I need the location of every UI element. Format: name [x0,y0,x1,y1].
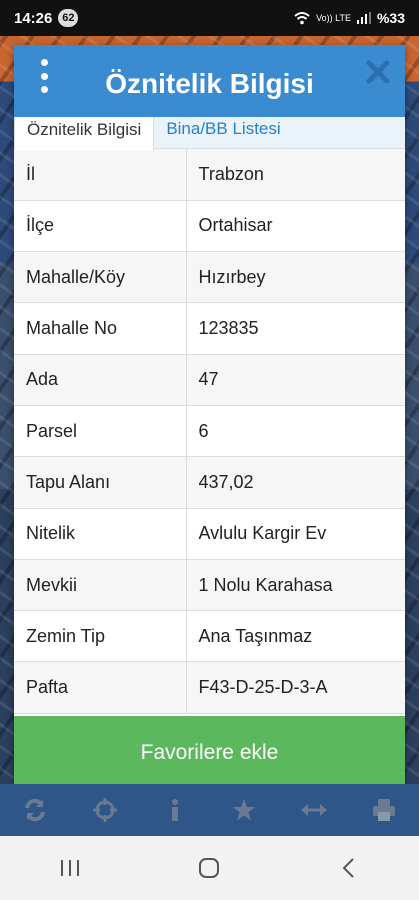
attribute-value: F43-D-25-D-3-A [186,661,405,714]
attribute-value: Ana Taşınmaz [186,610,405,663]
attribute-key: Mahalle No [14,302,187,355]
attribute-key: İlçe [14,200,187,253]
attribute-key: Tapu Alanı [14,456,187,509]
status-bar: 14:26 62 Vo)) LTE %33 [0,0,419,36]
attribute-row: Tapu Alanı 437,02 [14,456,405,509]
info-icon[interactable] [158,793,192,827]
recent-apps-icon[interactable] [50,848,90,888]
attribute-row: Pafta F43-D-25-D-3-A [14,661,405,714]
modal-header: Öznitelik Bilgisi [14,45,405,117]
status-indicators: Vo)) LTE %33 [294,10,405,26]
attribute-modal: Öznitelik Bilgisi Öznitelik Bilgisi Bina… [14,45,405,790]
attribute-row: Zemin Tip Ana Taşınmaz [14,610,405,663]
attribute-value: Hızırbey [186,251,405,304]
attribute-row: Mahalle No 123835 [14,302,405,355]
attribute-key: Ada [14,354,187,406]
attribute-value: Trabzon [186,149,405,201]
attribute-value: 437,02 [186,456,405,509]
attribute-row: Parsel 6 [14,405,405,458]
refresh-icon[interactable] [18,793,52,827]
attribute-value: 1 Nolu Karahasa [186,559,405,612]
print-icon[interactable] [367,793,401,827]
attribute-key: Parsel [14,405,187,458]
attribute-key: Mevkii [14,559,187,612]
back-icon[interactable] [329,848,369,888]
modal-title: Öznitelik Bilgisi [105,68,314,99]
attribute-key: Pafta [14,661,187,714]
close-icon[interactable] [365,59,391,85]
star-icon[interactable] [227,793,261,827]
wifi-icon [294,11,310,24]
notification-badge: 62 [58,9,79,27]
attribute-row: Mahalle/Köy Hızırbey [14,251,405,304]
status-time: 14:26 [14,9,53,27]
home-icon[interactable] [189,848,229,888]
attribute-key: İl [14,149,187,201]
measure-icon[interactable] [297,793,331,827]
attribute-key: Nitelik [14,508,187,560]
attribute-table: İl Trabzon İlçe Ortahisar Mahalle/Köy Hızırbe… [14,149,405,714]
attribute-row: İl Trabzon [14,149,405,201]
attribute-value: 6 [186,405,405,458]
attribute-row: Mevkii 1 Nolu Karahasa [14,559,405,612]
attribute-key: Zemin Tip [14,610,187,663]
attribute-row: İlçe Ortahisar [14,200,405,253]
attribute-value: Ortahisar [186,200,405,253]
attribute-row: Nitelik Avlulu Kargir Ev [14,508,405,560]
add-favorite-button[interactable]: Favorilere ekle [14,716,405,790]
crosshair-icon[interactable] [88,793,122,827]
more-vertical-icon[interactable] [36,59,52,93]
attribute-value: 47 [186,354,405,406]
signal-icon [356,12,371,24]
attribute-value: 123835 [186,302,405,355]
attribute-key: Mahalle/Köy [14,251,187,304]
attribute-value: Avlulu Kargir Ev [186,508,405,560]
map-toolbar [0,784,419,836]
system-nav-bar [0,836,419,900]
attribute-row: Ada 47 [14,354,405,406]
battery-level: %33 [376,10,405,26]
network-label: Vo)) LTE [316,12,351,23]
